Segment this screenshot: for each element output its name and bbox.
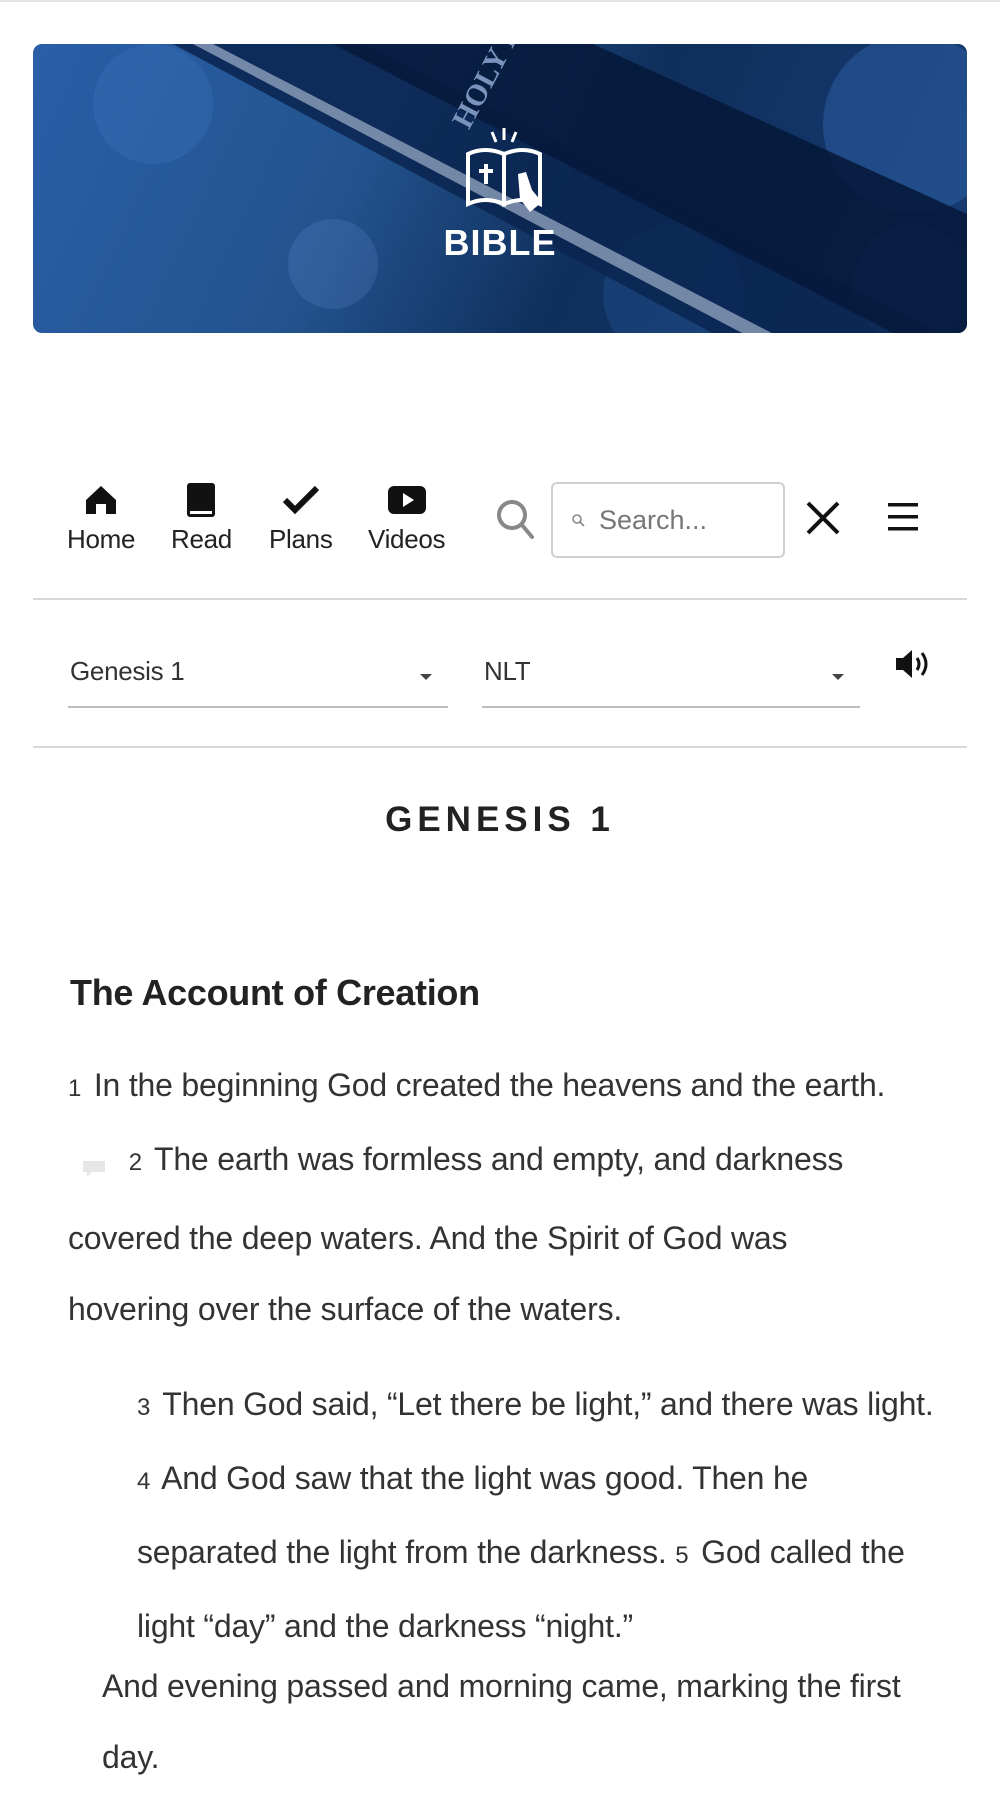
nav-plans[interactable]: Plans — [269, 480, 333, 555]
version-select[interactable]: NLT — [482, 650, 860, 708]
book-icon — [185, 480, 217, 520]
nav-videos-label: Videos — [368, 524, 446, 554]
chapter-title: GENESIS 1 — [385, 800, 615, 839]
nav-plans-label: Plans — [269, 524, 333, 554]
close-icon — [806, 501, 840, 535]
speaker-icon — [896, 650, 928, 678]
verse-text: Then God said, “Let there be light,” and… — [162, 1386, 934, 1422]
search-input[interactable] — [599, 504, 749, 536]
nav-read-label: Read — [171, 524, 232, 554]
verse-text: And evening passed and morning came, mar… — [102, 1668, 901, 1775]
top-border — [0, 0, 1000, 2]
verse-number: 5 — [675, 1542, 689, 1569]
check-icon — [282, 480, 320, 520]
search-box[interactable] — [551, 482, 785, 558]
footnote-icon[interactable] — [82, 1132, 106, 1203]
home-icon — [84, 480, 118, 520]
verse-number: 1 — [68, 1075, 82, 1102]
paragraph: 3 Then God said, “Let there be light,” a… — [137, 1369, 957, 1662]
paragraph: And evening passed and morning came, mar… — [102, 1651, 922, 1793]
audio-button[interactable] — [893, 646, 933, 687]
chevron-down-icon — [420, 674, 432, 680]
passage-selector-bar: Genesis 1 NLT — [33, 600, 967, 748]
bible-logo-icon — [466, 128, 542, 212]
nav-bar: Home Read Plans Videos — [33, 470, 967, 600]
passage-select-value: Genesis 1 — [70, 656, 185, 686]
nav-home[interactable]: Home — [67, 480, 135, 555]
nav-read[interactable]: Read — [171, 480, 232, 555]
menu-button[interactable] — [886, 500, 920, 539]
version-select-value: NLT — [484, 656, 531, 686]
verse-text: The earth was formless and empty, and da… — [68, 1141, 844, 1327]
verse-text: In the beginning God created the heavens… — [93, 1067, 886, 1103]
close-search-button[interactable] — [803, 498, 843, 543]
play-icon — [387, 480, 427, 520]
search-icon — [572, 514, 585, 527]
nav-videos[interactable]: Videos — [368, 480, 446, 555]
hamburger-menu-icon — [888, 503, 918, 531]
bible-banner: HOLY BIBLE BIBLE — [33, 44, 967, 333]
verse-number: 3 — [137, 1394, 151, 1421]
nav-home-label: Home — [67, 524, 136, 554]
verse-number: 4 — [137, 1468, 151, 1495]
section-heading: The Account of Creation — [70, 972, 480, 1013]
passage-select[interactable]: Genesis 1 — [68, 650, 448, 708]
chevron-down-icon — [832, 674, 844, 680]
paragraph: 1 In the beginning God created the heave… — [68, 1050, 898, 1345]
banner-logo-text: BIBLE — [443, 222, 557, 263]
search-toggle-icon[interactable] — [495, 498, 535, 545]
verse-number: 2 — [128, 1149, 142, 1176]
